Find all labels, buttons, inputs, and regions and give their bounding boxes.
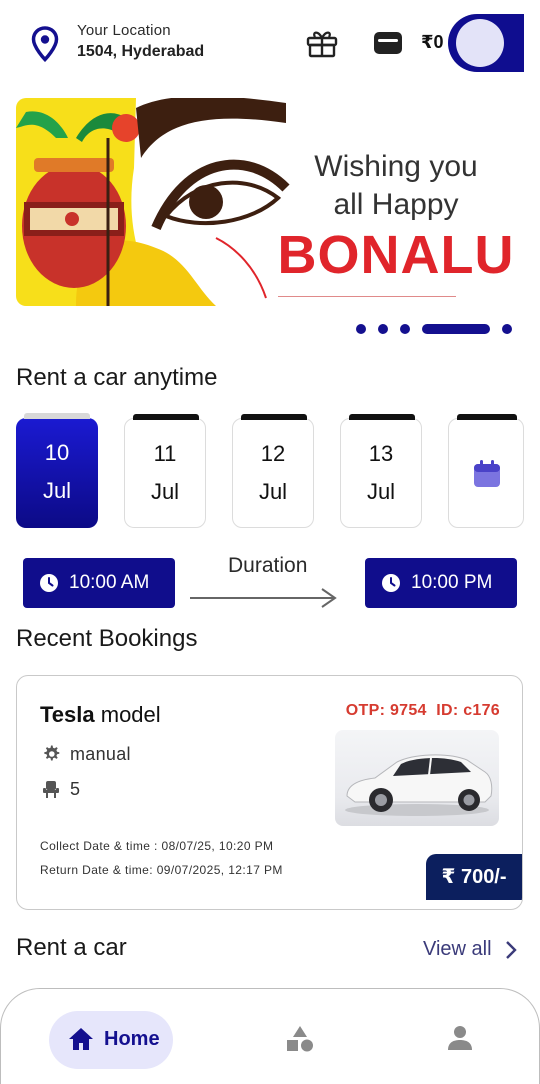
clock-icon bbox=[382, 574, 400, 592]
banner-line-2: all Happy bbox=[333, 188, 459, 221]
start-time-label: 10:00 AM bbox=[69, 572, 150, 593]
profile-button[interactable] bbox=[448, 14, 524, 72]
location-selector[interactable]: Your Location 1504, Hyderabad bbox=[77, 22, 204, 61]
profile-avatar bbox=[456, 19, 504, 67]
car-model: model bbox=[100, 702, 161, 727]
date-month: Jul bbox=[42, 478, 72, 503]
rent-anytime-title: Rent a car anytime bbox=[16, 364, 218, 391]
home-icon bbox=[69, 1028, 93, 1050]
car-brand: Tesla bbox=[40, 702, 95, 727]
nav-home-label: Home bbox=[104, 1028, 160, 1050]
promo-banner[interactable]: Wishing you all Happy BONALU bbox=[16, 98, 524, 306]
carousel-dot[interactable] bbox=[356, 324, 366, 334]
booking-card[interactable]: Tesla model OTP: 9754 ID: c176 manual 5 … bbox=[16, 675, 523, 910]
date-card-tab bbox=[24, 413, 90, 419]
start-time-button[interactable]: 10:00 AM bbox=[23, 558, 175, 608]
end-time-label: 10:00 PM bbox=[411, 572, 493, 593]
shapes-icon[interactable] bbox=[286, 1025, 314, 1053]
date-card-tab bbox=[349, 414, 415, 420]
wallet-icon[interactable] bbox=[373, 30, 403, 56]
date-card-tab bbox=[133, 414, 199, 420]
clock-icon bbox=[40, 574, 58, 592]
carousel-dot[interactable] bbox=[502, 324, 512, 334]
price-badge: ₹ 700/- bbox=[426, 854, 522, 900]
wallet-balance[interactable]: ₹0 bbox=[421, 32, 444, 53]
date-day: 10 bbox=[44, 440, 70, 465]
collect-date-time: Collect Date & time : 08/07/25, 10:20 PM bbox=[40, 839, 274, 853]
location-value: 1504, Hyderabad bbox=[77, 43, 205, 60]
transmission-value: manual bbox=[70, 744, 131, 764]
date-day: 13 bbox=[368, 441, 394, 466]
car-illustration bbox=[345, 754, 493, 816]
calendar-picker-button[interactable] bbox=[448, 414, 524, 528]
carousel-dot-active[interactable] bbox=[422, 324, 490, 334]
date-month: Jul bbox=[150, 479, 180, 504]
banner-message: Wishing you all Happy BONALU bbox=[271, 148, 521, 284]
car-image bbox=[335, 730, 499, 826]
car-name: Tesla model bbox=[40, 702, 161, 728]
chevron-right-icon[interactable] bbox=[504, 940, 518, 960]
end-time-button[interactable]: 10:00 PM bbox=[365, 558, 517, 608]
date-card-tab bbox=[457, 414, 517, 420]
recent-bookings-title: Recent Bookings bbox=[16, 625, 198, 652]
seats-value: 5 bbox=[70, 779, 81, 799]
date-card-10[interactable]: 10 Jul bbox=[16, 413, 98, 528]
arrow-right-icon bbox=[190, 588, 337, 608]
date-card-11[interactable]: 11 Jul bbox=[124, 414, 206, 528]
bottom-navigation: Home bbox=[0, 988, 540, 1084]
gear-icon bbox=[44, 745, 60, 761]
otp-and-id: OTP: 9754 ID: c176 bbox=[345, 702, 500, 719]
date-day: 11 bbox=[153, 441, 177, 466]
bonalu-illustration bbox=[16, 98, 296, 306]
date-card-12[interactable]: 12 Jul bbox=[232, 414, 314, 528]
user-icon[interactable] bbox=[447, 1025, 473, 1051]
date-day: 12 bbox=[260, 441, 286, 466]
banner-divider bbox=[278, 296, 456, 297]
date-card-tab bbox=[241, 414, 307, 420]
banner-line-1: Wishing you bbox=[314, 150, 478, 183]
date-month: Jul bbox=[366, 479, 396, 504]
gift-icon[interactable] bbox=[306, 28, 338, 58]
location-caption: Your Location bbox=[77, 22, 171, 39]
rent-a-car-title: Rent a car bbox=[16, 934, 127, 961]
seat-icon bbox=[43, 781, 59, 798]
date-card-13[interactable]: 13 Jul bbox=[340, 414, 422, 528]
date-month: Jul bbox=[258, 479, 288, 504]
carousel-dot[interactable] bbox=[400, 324, 410, 334]
duration-label: Duration bbox=[228, 554, 308, 577]
view-all-link[interactable]: View all bbox=[423, 938, 492, 961]
banner-headline: BONALU bbox=[277, 225, 515, 285]
calendar-icon bbox=[474, 460, 500, 487]
app-header: Your Location 1504, Hyderabad ₹0 bbox=[0, 0, 540, 88]
return-date-time: Return Date & time: 09/07/2025, 12:17 PM bbox=[40, 863, 283, 877]
nav-home-tab[interactable]: Home bbox=[49, 1011, 173, 1069]
location-pin-icon[interactable] bbox=[30, 26, 60, 62]
carousel-dot[interactable] bbox=[378, 324, 388, 334]
